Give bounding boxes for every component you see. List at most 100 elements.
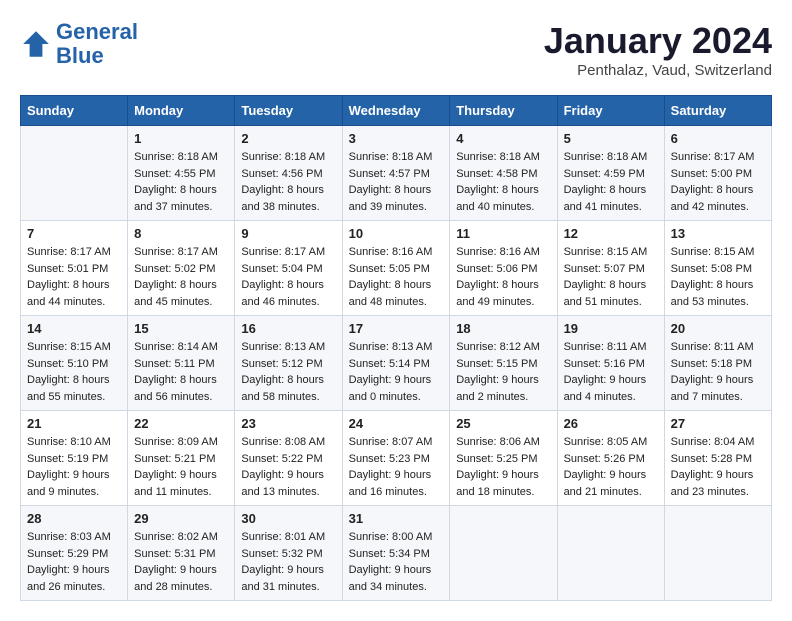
- day-info: Sunrise: 8:10 AM Sunset: 5:19 PM Dayligh…: [27, 434, 121, 500]
- calendar-cell: 5Sunrise: 8:18 AM Sunset: 4:59 PM Daylig…: [557, 126, 664, 221]
- logo-line1: General: [56, 19, 138, 44]
- day-info: Sunrise: 8:00 AM Sunset: 5:34 PM Dayligh…: [349, 529, 444, 595]
- calendar-cell: 31 Sunrise: 8:00 AM Sunset: 5:34 PM Dayli…: [342, 506, 450, 601]
- day-number: 21: [27, 416, 121, 431]
- calendar-week-4: 21 Sunrise: 8:10 AM Sunset: 5:19 PM Dayli…: [21, 411, 772, 506]
- day-info: Sunrise: 8:01 AM Sunset: 5:32 PM Dayligh…: [241, 529, 335, 595]
- calendar-week-1: 1Sunrise: 8:18 AM Sunset: 4:55 PM Daylig…: [21, 126, 772, 221]
- day-number: 7: [27, 226, 121, 241]
- calendar-cell: 7 Sunrise: 8:17 AM Sunset: 5:01 PM Daylig…: [21, 221, 128, 316]
- day-number: 27: [671, 416, 765, 431]
- day-number: 26: [564, 416, 658, 431]
- calendar-cell: [557, 506, 664, 601]
- day-info: Sunrise: 8:11 AM Sunset: 5:18 PM Dayligh…: [671, 339, 765, 405]
- calendar-cell: 9 Sunrise: 8:17 AM Sunset: 5:04 PM Daylig…: [235, 221, 342, 316]
- column-header-sunday: Sunday: [21, 96, 128, 126]
- calendar-cell: 24Sunrise: 8:07 AM Sunset: 5:23 PM Dayli…: [342, 411, 450, 506]
- day-number: 10: [349, 226, 444, 241]
- calendar-cell: 1Sunrise: 8:18 AM Sunset: 4:55 PM Daylig…: [128, 126, 235, 221]
- day-number: 31: [349, 511, 444, 526]
- day-number: 4: [456, 131, 550, 146]
- day-number: 18: [456, 321, 550, 336]
- calendar-cell: 27 Sunrise: 8:04 AM Sunset: 5:28 PM Dayli…: [664, 411, 771, 506]
- title-area: January 2024 Penthalaz, Vaud, Switzerlan…: [544, 20, 772, 79]
- day-info: Sunrise: 8:14 AM Sunset: 5:11 PM Dayligh…: [134, 339, 228, 405]
- calendar-cell: 13 Sunrise: 8:15 AM Sunset: 5:08 PM Dayli…: [664, 221, 771, 316]
- day-info: Sunrise: 8:17 AM Sunset: 5:00 PM Dayligh…: [671, 149, 765, 215]
- column-header-thursday: Thursday: [450, 96, 557, 126]
- calendar-cell: 21 Sunrise: 8:10 AM Sunset: 5:19 PM Dayli…: [21, 411, 128, 506]
- day-info: Sunrise: 8:03 AM Sunset: 5:29 PM Dayligh…: [27, 529, 121, 595]
- day-info: Sunrise: 8:17 AM Sunset: 5:04 PM Dayligh…: [241, 244, 335, 310]
- day-info: Sunrise: 8:13 AM Sunset: 5:12 PM Dayligh…: [241, 339, 335, 405]
- calendar-cell: 25Sunrise: 8:06 AM Sunset: 5:25 PM Dayli…: [450, 411, 557, 506]
- calendar-cell: 28Sunrise: 8:03 AM Sunset: 5:29 PM Dayli…: [21, 506, 128, 601]
- calendar-cell: 14 Sunrise: 8:15 AM Sunset: 5:10 PM Dayli…: [21, 316, 128, 411]
- day-info: Sunrise: 8:17 AM Sunset: 5:01 PM Dayligh…: [27, 244, 121, 310]
- column-header-tuesday: Tuesday: [235, 96, 342, 126]
- calendar-cell: 3 Sunrise: 8:18 AM Sunset: 4:57 PM Daylig…: [342, 126, 450, 221]
- day-info: Sunrise: 8:04 AM Sunset: 5:28 PM Dayligh…: [671, 434, 765, 500]
- calendar-cell: 8 Sunrise: 8:17 AM Sunset: 5:02 PM Daylig…: [128, 221, 235, 316]
- logo-icon: [20, 28, 52, 60]
- day-number: 3: [349, 131, 444, 146]
- day-info: Sunrise: 8:11 AM Sunset: 5:16 PM Dayligh…: [564, 339, 658, 405]
- calendar-cell: 4Sunrise: 8:18 AM Sunset: 4:58 PM Daylig…: [450, 126, 557, 221]
- calendar-cell: 10 Sunrise: 8:16 AM Sunset: 5:05 PM Dayli…: [342, 221, 450, 316]
- calendar-cell: 15 Sunrise: 8:14 AM Sunset: 5:11 PM Dayli…: [128, 316, 235, 411]
- day-number: 25: [456, 416, 550, 431]
- day-info: Sunrise: 8:16 AM Sunset: 5:06 PM Dayligh…: [456, 244, 550, 310]
- day-info: Sunrise: 8:18 AM Sunset: 4:57 PM Dayligh…: [349, 149, 444, 215]
- calendar-cell: 23Sunrise: 8:08 AM Sunset: 5:22 PM Dayli…: [235, 411, 342, 506]
- day-info: Sunrise: 8:18 AM Sunset: 4:56 PM Dayligh…: [241, 149, 335, 215]
- calendar-week-3: 14 Sunrise: 8:15 AM Sunset: 5:10 PM Dayli…: [21, 316, 772, 411]
- calendar-cell: 20 Sunrise: 8:11 AM Sunset: 5:18 PM Dayli…: [664, 316, 771, 411]
- calendar-cell: 30Sunrise: 8:01 AM Sunset: 5:32 PM Dayli…: [235, 506, 342, 601]
- calendar-cell: 29 Sunrise: 8:02 AM Sunset: 5:31 PM Dayli…: [128, 506, 235, 601]
- day-number: 14: [27, 321, 121, 336]
- calendar-table: SundayMondayTuesdayWednesdayThursdayFrid…: [20, 95, 772, 601]
- day-number: 20: [671, 321, 765, 336]
- logo-text: General Blue: [56, 20, 138, 68]
- day-info: Sunrise: 8:13 AM Sunset: 5:14 PM Dayligh…: [349, 339, 444, 405]
- day-info: Sunrise: 8:02 AM Sunset: 5:31 PM Dayligh…: [134, 529, 228, 595]
- day-info: Sunrise: 8:15 AM Sunset: 5:07 PM Dayligh…: [564, 244, 658, 310]
- day-number: 2: [241, 131, 335, 146]
- column-header-monday: Monday: [128, 96, 235, 126]
- day-info: Sunrise: 8:17 AM Sunset: 5:02 PM Dayligh…: [134, 244, 228, 310]
- day-info: Sunrise: 8:15 AM Sunset: 5:08 PM Dayligh…: [671, 244, 765, 310]
- day-number: 29: [134, 511, 228, 526]
- calendar-cell: 17Sunrise: 8:13 AM Sunset: 5:14 PM Dayli…: [342, 316, 450, 411]
- calendar-cell: 11 Sunrise: 8:16 AM Sunset: 5:06 PM Dayli…: [450, 221, 557, 316]
- day-info: Sunrise: 8:05 AM Sunset: 5:26 PM Dayligh…: [564, 434, 658, 500]
- day-number: 15: [134, 321, 228, 336]
- day-number: 11: [456, 226, 550, 241]
- day-info: Sunrise: 8:12 AM Sunset: 5:15 PM Dayligh…: [456, 339, 550, 405]
- calendar-cell: 18 Sunrise: 8:12 AM Sunset: 5:15 PM Dayli…: [450, 316, 557, 411]
- day-info: Sunrise: 8:09 AM Sunset: 5:21 PM Dayligh…: [134, 434, 228, 500]
- day-number: 6: [671, 131, 765, 146]
- day-number: 13: [671, 226, 765, 241]
- day-info: Sunrise: 8:16 AM Sunset: 5:05 PM Dayligh…: [349, 244, 444, 310]
- calendar-week-2: 7 Sunrise: 8:17 AM Sunset: 5:01 PM Daylig…: [21, 221, 772, 316]
- month-title: January 2024: [544, 20, 772, 62]
- calendar-cell: 16Sunrise: 8:13 AM Sunset: 5:12 PM Dayli…: [235, 316, 342, 411]
- calendar-cell: 2 Sunrise: 8:18 AM Sunset: 4:56 PM Daylig…: [235, 126, 342, 221]
- column-header-saturday: Saturday: [664, 96, 771, 126]
- logo-line2: Blue: [56, 43, 104, 68]
- calendar-cell: [21, 126, 128, 221]
- day-number: 8: [134, 226, 228, 241]
- calendar-cell: [664, 506, 771, 601]
- day-number: 5: [564, 131, 658, 146]
- calendar-header-row: SundayMondayTuesdayWednesdayThursdayFrid…: [21, 96, 772, 126]
- day-number: 22: [134, 416, 228, 431]
- day-info: Sunrise: 8:15 AM Sunset: 5:10 PM Dayligh…: [27, 339, 121, 405]
- day-number: 24: [349, 416, 444, 431]
- header: General Blue January 2024 Penthalaz, Vau…: [20, 20, 772, 79]
- day-number: 9: [241, 226, 335, 241]
- calendar-cell: 22 Sunrise: 8:09 AM Sunset: 5:21 PM Dayli…: [128, 411, 235, 506]
- calendar-body: 1Sunrise: 8:18 AM Sunset: 4:55 PM Daylig…: [21, 126, 772, 601]
- day-info: Sunrise: 8:18 AM Sunset: 4:55 PM Dayligh…: [134, 149, 228, 215]
- calendar-week-5: 28Sunrise: 8:03 AM Sunset: 5:29 PM Dayli…: [21, 506, 772, 601]
- logo: General Blue: [20, 20, 138, 68]
